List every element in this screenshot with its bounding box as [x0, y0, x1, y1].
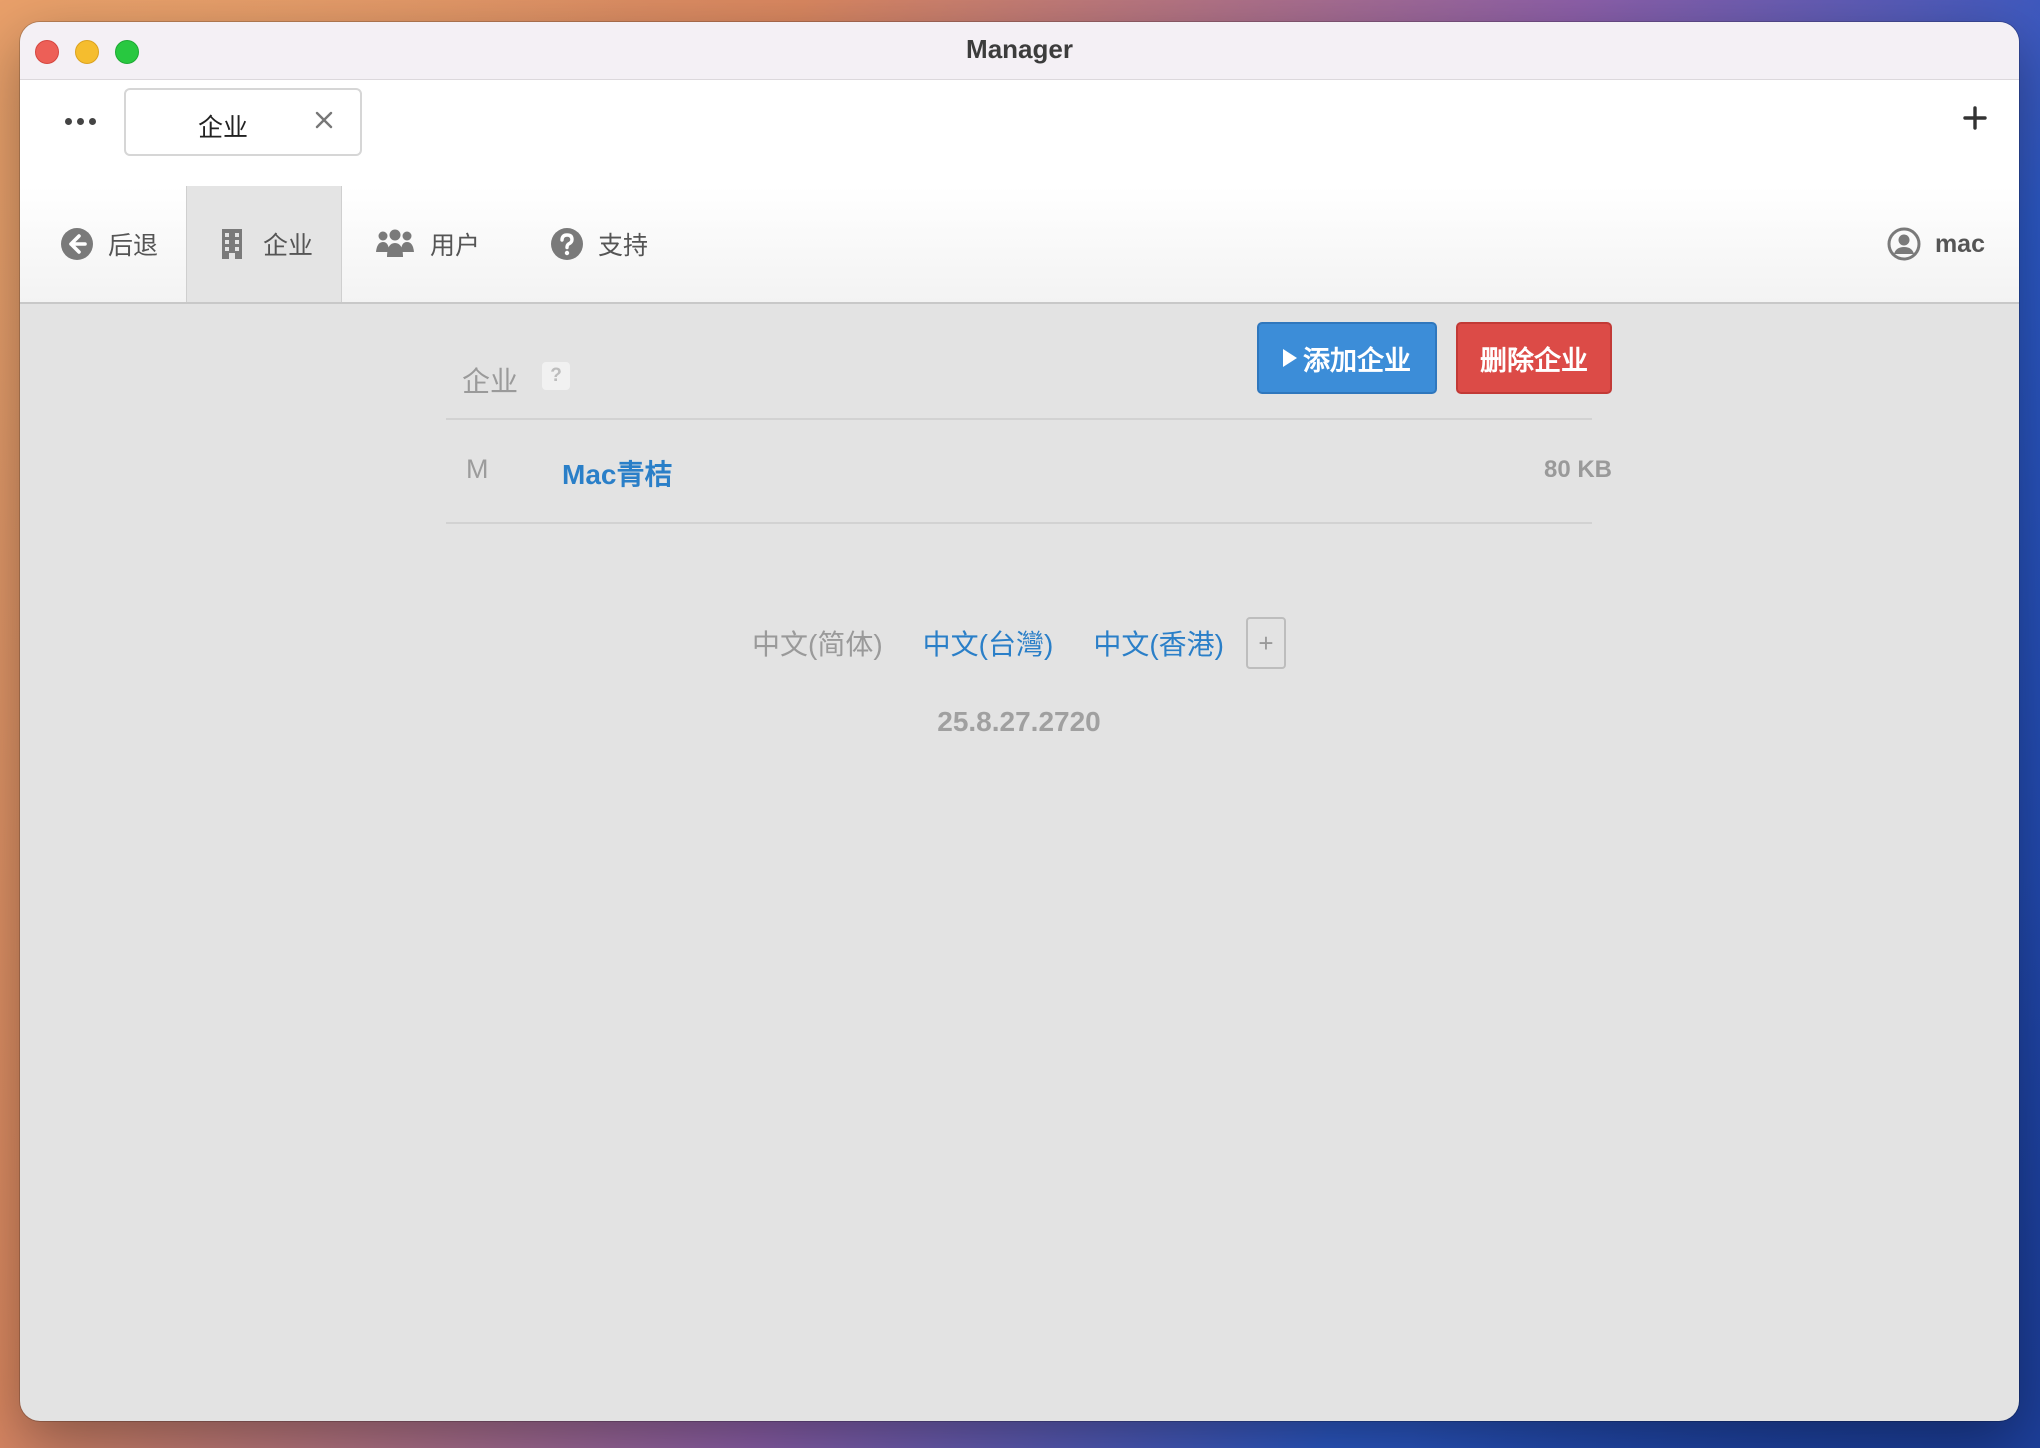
- list-item[interactable]: M Mac青桔 80 KB: [446, 420, 1612, 524]
- nav-support-label: 支持: [598, 232, 649, 260]
- nav-back-label: 后退: [108, 232, 159, 260]
- delete-company-label: 删除企业: [1480, 345, 1588, 376]
- company-name-link[interactable]: Mac青桔: [562, 453, 672, 493]
- nav-user-label: mac: [1934, 229, 1985, 258]
- nav-company-button[interactable]: 企业: [186, 186, 342, 302]
- nav-company-label: 企业: [262, 232, 313, 260]
- language-zh-tw[interactable]: 中文(台灣): [923, 623, 1054, 663]
- ellipsis-icon[interactable]: [58, 106, 102, 136]
- building-icon: [221, 229, 242, 259]
- close-icon[interactable]: [314, 110, 334, 130]
- question-circle-icon: [551, 228, 583, 260]
- company-size: 80 KB: [1543, 456, 1612, 483]
- tab-label: 企业: [198, 114, 249, 142]
- nav-user-button[interactable]: mac: [1887, 186, 1985, 302]
- tab-strip: 企业: [20, 80, 2019, 186]
- group-icon: [376, 229, 414, 257]
- app-window: Manager 企业 后退 企业 用户 支持 mac 企业 ? 添加企业 删除企…: [20, 22, 2019, 1421]
- plus-icon[interactable]: [1957, 100, 1993, 136]
- version-label: 25.8.27.2720: [937, 706, 1101, 737]
- language-bar: 中文(简体) 中文(台灣) 中文(香港) +: [446, 617, 1592, 669]
- add-language-button[interactable]: +: [1245, 617, 1286, 669]
- main-content: 企业 ? 添加企业 删除企业 M Mac青桔 80 KB 中文(简体) 中文(台…: [446, 322, 1612, 737]
- section-header: 企业 ? 添加企业 删除企业: [446, 322, 1612, 420]
- circle-arrow-left-icon: [61, 228, 93, 260]
- nav-users-label: 用户: [430, 232, 481, 260]
- language-zh-hans[interactable]: 中文(简体): [752, 623, 883, 663]
- add-company-button[interactable]: 添加企业: [1257, 322, 1437, 394]
- delete-company-button[interactable]: 删除企业: [1456, 322, 1612, 394]
- user-circle-icon: [1887, 227, 1921, 261]
- add-company-label: 添加企业: [1303, 345, 1411, 376]
- play-icon: [1283, 349, 1297, 367]
- nav-users-button[interactable]: 用户: [374, 186, 480, 302]
- nav-support-button[interactable]: 支持: [550, 186, 648, 302]
- nav-bar: 后退 企业 用户 支持 mac: [20, 186, 2019, 304]
- company-initial: M: [466, 454, 489, 484]
- nav-back-button[interactable]: 后退: [52, 186, 166, 302]
- section-title: 企业: [462, 366, 519, 397]
- tab-company[interactable]: 企业: [124, 88, 362, 156]
- help-badge[interactable]: ?: [542, 362, 570, 390]
- language-zh-hk[interactable]: 中文(香港): [1093, 623, 1224, 663]
- title-bar: Manager: [20, 22, 2019, 80]
- window-title: Manager: [966, 34, 1073, 64]
